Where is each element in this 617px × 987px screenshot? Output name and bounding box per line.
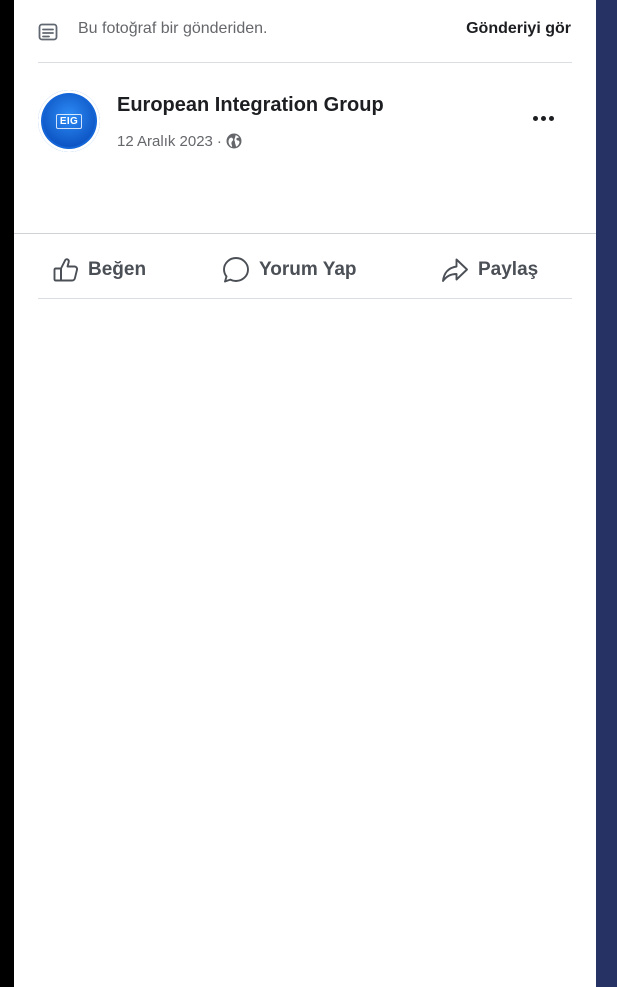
- post-viewer-panel: Bu fotoğraf bir gönderiden. Gönderiyi gö…: [14, 0, 596, 987]
- notice-text: Bu fotoğraf bir gönderiden.: [78, 20, 268, 37]
- more-options-button[interactable]: [526, 104, 560, 132]
- see-post-link[interactable]: Gönderiyi gör: [466, 20, 571, 38]
- photo-source-notice: Bu fotoğraf bir gönderiden. Gönderiyi gö…: [14, 0, 596, 62]
- share-icon: [442, 258, 468, 282]
- share-button[interactable]: Paylaş: [440, 250, 538, 290]
- left-frame-strip: [0, 0, 14, 987]
- post-date[interactable]: 12 Aralık 2023: [117, 133, 213, 150]
- document-icon: [38, 23, 58, 41]
- divider: [38, 62, 572, 63]
- meta-separator: ·: [216, 132, 222, 150]
- globe-icon: [226, 133, 242, 149]
- comment-label: Yorum Yap: [259, 259, 357, 280]
- more-options-dot: [548, 115, 554, 121]
- like-button[interactable]: Beğen: [52, 250, 146, 290]
- share-label: Paylaş: [478, 259, 539, 280]
- post-meta: 12 Aralık 2023 ·: [117, 131, 242, 151]
- more-options-icon: [532, 115, 538, 121]
- avatar-logo-text: EIG: [55, 113, 83, 129]
- comment-button[interactable]: Yorum Yap: [221, 250, 357, 290]
- thumbs-up-icon: [53, 258, 79, 282]
- more-options-dot: [540, 115, 546, 121]
- like-label: Beğen: [88, 259, 147, 280]
- right-frame-bar: [596, 0, 617, 987]
- avatar[interactable]: EIG: [38, 90, 100, 152]
- page-name[interactable]: European Integration Group: [117, 94, 384, 117]
- avatar-logo: EIG: [43, 95, 95, 147]
- comment-icon: [223, 257, 249, 283]
- divider: [38, 298, 572, 299]
- divider: [14, 233, 596, 234]
